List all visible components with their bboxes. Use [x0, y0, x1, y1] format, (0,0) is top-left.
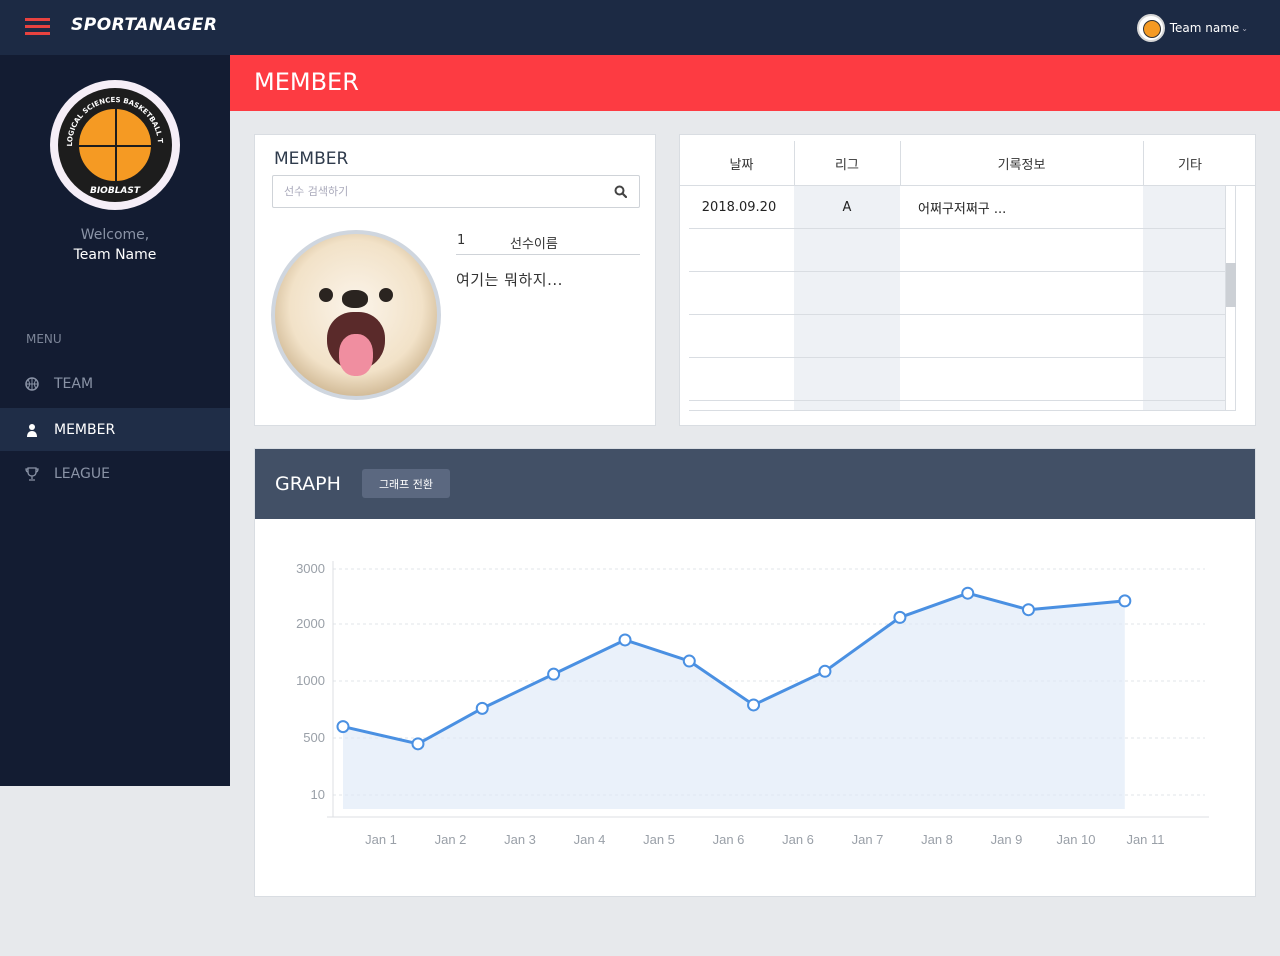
player-photo	[271, 230, 441, 400]
chevron-down-icon: ⌄	[1241, 23, 1248, 33]
trophy-icon	[25, 466, 39, 481]
table-row[interactable]: 2018.09.20 A 어쩌구저쩌구 ...	[689, 186, 1225, 229]
x-tick-label: Jan 4	[574, 832, 606, 847]
series-area	[343, 593, 1125, 809]
x-tick-label: Jan 6	[713, 832, 745, 847]
sidebar-item-label: LEAGUE	[54, 465, 110, 482]
data-point	[961, 586, 975, 600]
user-icon	[25, 423, 39, 437]
graph-card: GRAPH 그래프 전환 3000 2000 1000 500 10 Jan 1 Jan 2…	[254, 448, 1256, 897]
x-tick-label: Jan 1	[365, 832, 397, 847]
data-point	[618, 633, 632, 647]
top-bar: SPORTANAGER Team name ⌄	[0, 0, 1280, 55]
data-point	[747, 698, 761, 712]
table-row[interactable]	[689, 272, 1225, 315]
x-tick-label: Jan 7	[852, 832, 884, 847]
member-card-title: MEMBER	[274, 149, 349, 169]
player-name: 선수이름	[510, 237, 558, 252]
ball-icon	[25, 376, 39, 391]
y-tick-label: 3000	[296, 561, 325, 576]
cell-etc	[1143, 186, 1225, 229]
x-tick-label: Jan 11	[1126, 832, 1164, 847]
x-tick-label: Jan 8	[921, 832, 953, 847]
y-tick-label: 10	[311, 787, 325, 802]
x-tick-label: Jan 6	[782, 832, 814, 847]
sidebar: BIOLOGICAL SCIENCES BASKETBALL TEAM BIOB…	[0, 55, 230, 786]
graph-toggle-button[interactable]: 그래프 전환	[362, 469, 450, 498]
sidebar-item-team[interactable]: TEAM	[0, 362, 230, 405]
record-table-card: 날짜 리그 기록정보 기타 2018.09.20 A 어쩌구저쩌구 ...	[679, 134, 1256, 426]
member-card: MEMBER 1 선수이름 여기는 뭐하지...	[254, 134, 656, 426]
sidebar-item-label: TEAM	[54, 375, 94, 392]
table-row[interactable]	[689, 229, 1225, 272]
welcome-text: Welcome,	[80, 227, 150, 243]
welcome-team-name: Team Name	[73, 247, 157, 263]
table-scrollbar[interactable]	[1225, 186, 1236, 410]
line-chart: 3000 2000 1000 500 10 Jan 1 Jan 2 Jan 3 Jan 4 Jan…	[296, 561, 1209, 847]
column-header-league: 리그	[835, 158, 859, 173]
svg-text:BIOBLAST: BIOBLAST	[90, 186, 141, 196]
player-info-row: 1 선수이름	[456, 233, 640, 255]
data-point	[411, 737, 425, 751]
team-name-label: Team name	[1169, 21, 1240, 35]
table-row[interactable]	[689, 358, 1225, 401]
data-point	[547, 667, 561, 681]
column-header-etc: 기타	[1178, 158, 1202, 173]
player-search-input[interactable]	[273, 176, 593, 207]
x-tick-label: Jan 9	[991, 832, 1023, 847]
team-logo: BIOLOGICAL SCIENCES BASKETBALL TEAM BIOB…	[50, 80, 180, 210]
team-menu[interactable]: Team name ⌄	[1136, 14, 1248, 42]
player-search	[272, 175, 640, 208]
x-tick-label: Jan 5	[643, 832, 675, 847]
app-logo[interactable]: SPORTANAGER	[71, 15, 217, 35]
data-point	[682, 654, 696, 668]
x-tick-label: Jan 2	[435, 832, 467, 847]
sidebar-item-member[interactable]: MEMBER	[0, 408, 230, 451]
graph-title: GRAPH	[275, 473, 341, 495]
data-point	[893, 610, 907, 624]
data-point	[1021, 603, 1035, 617]
scrollbar-thumb[interactable]	[1226, 263, 1236, 307]
cell-date: 2018.09.20	[701, 200, 777, 215]
menu-section-title: MENU	[26, 332, 62, 346]
cell-record: 어쩌구저쩌구 ...	[918, 202, 1007, 217]
data-point	[1118, 594, 1132, 608]
player-number: 1	[457, 233, 466, 248]
y-tick-label: 500	[303, 730, 325, 745]
graph-header: GRAPH 그래프 전환	[255, 449, 1255, 519]
y-tick-label: 1000	[296, 673, 325, 688]
sidebar-item-league[interactable]: LEAGUE	[0, 452, 230, 495]
cell-league: A	[842, 200, 852, 215]
sidebar-item-label: MEMBER	[54, 421, 116, 438]
table-header: 날짜 리그 기록정보 기타	[680, 135, 1255, 186]
page-title: MEMBER	[254, 68, 359, 96]
x-tick-label: Jan 10	[1056, 832, 1095, 847]
x-tick-label: Jan 3	[504, 832, 536, 847]
table-body: 2018.09.20 A 어쩌구저쩌구 ...	[689, 186, 1225, 411]
column-header-record: 기록정보	[997, 158, 1046, 173]
team-avatar	[1136, 14, 1165, 42]
hamburger-menu-icon[interactable]	[25, 18, 50, 36]
y-tick-label: 2000	[296, 616, 325, 631]
data-point	[336, 720, 350, 734]
search-icon[interactable]	[614, 185, 627, 198]
page-header: MEMBER	[230, 55, 1280, 111]
data-point	[475, 701, 489, 715]
table-row[interactable]	[689, 315, 1225, 358]
column-header-date: 날짜	[729, 158, 754, 173]
data-point	[818, 664, 832, 678]
player-description: 여기는 뭐하지...	[456, 271, 563, 289]
